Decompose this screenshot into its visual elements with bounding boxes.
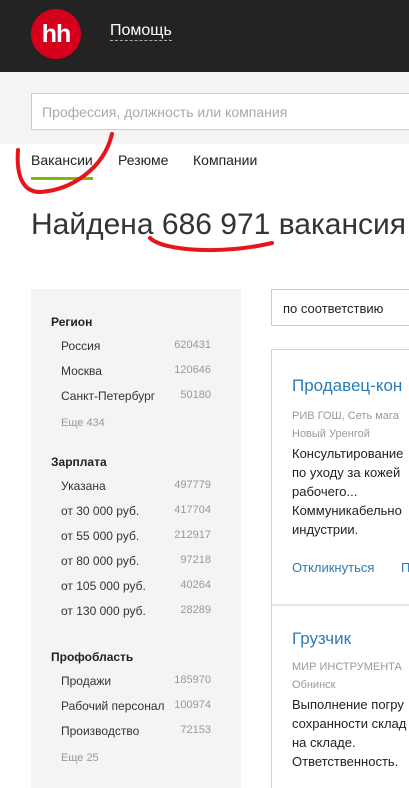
filter-count: 100974 <box>174 699 211 711</box>
filter-salary-title: Зарплата <box>51 455 107 469</box>
description-line: Консультирование <box>292 446 404 461</box>
filter-profarea-title: Профобласть <box>51 650 134 664</box>
filter-count: 497779 <box>174 479 211 491</box>
results-prefix: Найдена <box>31 208 154 241</box>
help-link[interactable]: Помощь <box>110 22 172 41</box>
results-headline: Найдена 686 971 вакансия <box>31 208 406 242</box>
description-line: Ответственность. <box>292 754 399 769</box>
filter-label: Указана <box>61 479 106 493</box>
filter-label: Производство <box>61 724 140 738</box>
description-line: рабочего... <box>292 484 358 499</box>
filter-salary-item[interactable]: от 105 000 руб. 40264 <box>61 579 211 593</box>
results-count: 686 971 <box>161 208 271 241</box>
tab-resumes[interactable]: Резюме <box>118 152 168 168</box>
tab-companies[interactable]: Компании <box>193 152 257 168</box>
filter-count: 40264 <box>180 579 211 591</box>
filter-label: Москва <box>61 364 102 378</box>
vacancy-company[interactable]: МИР ИНСТРУМЕНТА <box>292 658 402 676</box>
vacancy-city: Обнинск <box>292 679 336 691</box>
respond-link[interactable]: Откликнуться <box>292 560 374 575</box>
filter-label: от 105 000 руб. <box>61 579 146 593</box>
filter-count: 28289 <box>180 604 211 616</box>
filter-region-item[interactable]: Москва 120646 <box>61 364 211 378</box>
search-input[interactable] <box>31 93 409 130</box>
filter-label: Россия <box>61 339 101 353</box>
filter-count: 620431 <box>174 339 211 351</box>
results-suffix: вакансия <box>278 208 407 241</box>
filter-label: от 30 000 руб. <box>61 504 140 518</box>
filter-label: Продажи <box>61 674 112 688</box>
vacancy-card: Грузчик МИР ИНСТРУМЕНТА Обнинск Выполнен… <box>271 605 409 788</box>
filter-profarea-item[interactable]: Рабочий персонал 100974 <box>61 699 211 713</box>
filter-region-title: Регион <box>51 315 93 329</box>
description-line: по уходу за кожей <box>292 465 401 480</box>
tabs: Вакансии Резюме Компании <box>0 144 409 182</box>
filter-salary-item[interactable]: от 80 000 руб. 97218 <box>61 554 211 568</box>
secondary-action-link[interactable]: П <box>401 560 409 575</box>
description-line: сохранности склад <box>292 716 407 731</box>
filter-label: от 130 000 руб. <box>61 604 146 618</box>
filter-count: 185970 <box>174 674 211 686</box>
filter-label: от 55 000 руб. <box>61 529 140 543</box>
vacancy-company[interactable]: РИВ ГОШ, Сеть мага <box>292 407 399 425</box>
filter-region-item[interactable]: Россия 620431 <box>61 339 211 353</box>
vacancy-card: Продавец-кон РИВ ГОШ, Сеть мага Новый Ур… <box>271 349 409 605</box>
filter-salary-item[interactable]: Указана 497779 <box>61 479 211 493</box>
vacancy-title-link[interactable]: Продавец-кон <box>292 376 402 396</box>
description-line: Выполнение погру <box>292 697 404 712</box>
vacancy-description: Консультирование по уходу за кожей рабоч… <box>292 444 409 539</box>
filter-region-more-link[interactable]: Еще 434 <box>61 417 105 429</box>
filter-profarea-item[interactable]: Продажи 185970 <box>61 674 211 688</box>
filter-profarea-more-link[interactable]: Еще 25 <box>61 752 99 764</box>
filter-count: 72153 <box>180 724 211 736</box>
filter-count: 50180 <box>180 389 211 401</box>
filter-region-item[interactable]: Санкт-Петербург 50180 <box>61 389 211 403</box>
filter-count: 97218 <box>180 554 211 566</box>
filter-count: 120646 <box>174 364 211 376</box>
filter-count: 212917 <box>174 529 211 541</box>
filter-label: от 80 000 руб. <box>61 554 140 568</box>
filter-label: Рабочий персонал <box>61 699 165 713</box>
vacancy-title-link[interactable]: Грузчик <box>292 629 351 649</box>
filter-label: Санкт-Петербург <box>61 389 156 403</box>
description-line: индустрии. <box>292 522 359 537</box>
description-line: Коммуникабельно <box>292 503 402 518</box>
vacancy-city: Новый Уренгой <box>292 428 370 440</box>
sort-select[interactable]: по соответствию <box>271 289 409 326</box>
filters-sidebar: Регион Россия 620431 Москва 120646 Санкт-П… <box>31 289 241 788</box>
filter-salary-item[interactable]: от 55 000 руб. 212917 <box>61 529 211 543</box>
filter-salary-item[interactable]: от 130 000 руб. 28289 <box>61 604 211 618</box>
filter-salary-item[interactable]: от 30 000 руб. 417704 <box>61 504 211 518</box>
filter-count: 417704 <box>174 504 211 516</box>
filter-profarea-item[interactable]: Производство 72153 <box>61 724 211 738</box>
description-line: на складе. <box>292 735 356 750</box>
tab-vacancies[interactable]: Вакансии <box>31 152 93 180</box>
hh-logo[interactable]: hh <box>31 9 81 59</box>
vacancy-description: Выполнение погру сохранности склад на ск… <box>292 695 409 771</box>
